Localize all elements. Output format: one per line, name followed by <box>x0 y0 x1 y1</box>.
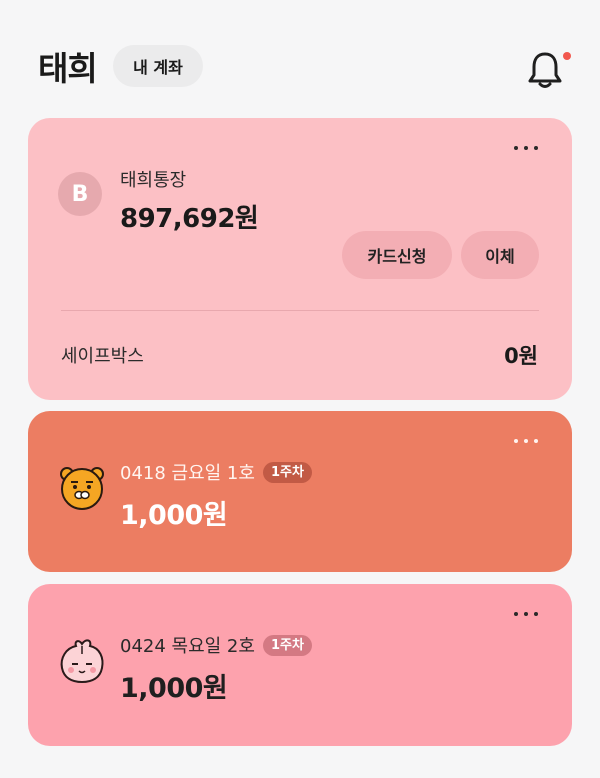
savings-name: 0424 목요일 2호 <box>120 636 255 657</box>
more-options-icon[interactable] <box>514 146 538 150</box>
top-header: 태희 내 계좌 <box>0 0 600 110</box>
user-name-title: 태희 <box>38 49 98 88</box>
notification-dot <box>563 52 571 60</box>
my-accounts-button[interactable]: 내 계좌 <box>113 45 203 87</box>
savings-title: 0424 목요일 2호 1주차 <box>120 632 312 658</box>
more-options-icon[interactable] <box>514 439 538 443</box>
account-name: 태희통장 <box>120 170 187 191</box>
card-apply-button[interactable]: 카드신청 <box>342 231 452 279</box>
week-badge: 1주차 <box>262 461 312 483</box>
savings-amount: 1,000원 <box>120 673 228 704</box>
divider <box>61 310 539 311</box>
transfer-button[interactable]: 이체 <box>461 231 539 279</box>
account-balance: 897,692원 <box>120 204 259 234</box>
ryan-character-icon <box>60 467 104 510</box>
safebox-label[interactable]: 세이프박스 <box>61 342 144 368</box>
safebox-amount: 0원 <box>504 344 538 368</box>
savings-amount: 1,000원 <box>120 500 228 531</box>
bank-logo-icon: B <box>58 172 102 216</box>
savings-name: 0418 금요일 1호 <box>120 463 255 484</box>
more-options-icon[interactable] <box>514 612 538 616</box>
savings-title: 0418 금요일 1호 1주차 <box>120 459 312 485</box>
main-account-card[interactable]: B 태희통장 897,692원 카드신청 이체 세이프박스 0원 <box>28 118 572 400</box>
week-badge: 1주차 <box>262 634 312 656</box>
bell-icon[interactable] <box>526 50 564 90</box>
apeach-character-icon <box>60 639 104 684</box>
savings-card-2[interactable]: 0424 목요일 2호 1주차 1,000원 <box>28 584 572 746</box>
savings-card-1[interactable]: 0418 금요일 1호 1주차 1,000원 <box>28 411 572 572</box>
